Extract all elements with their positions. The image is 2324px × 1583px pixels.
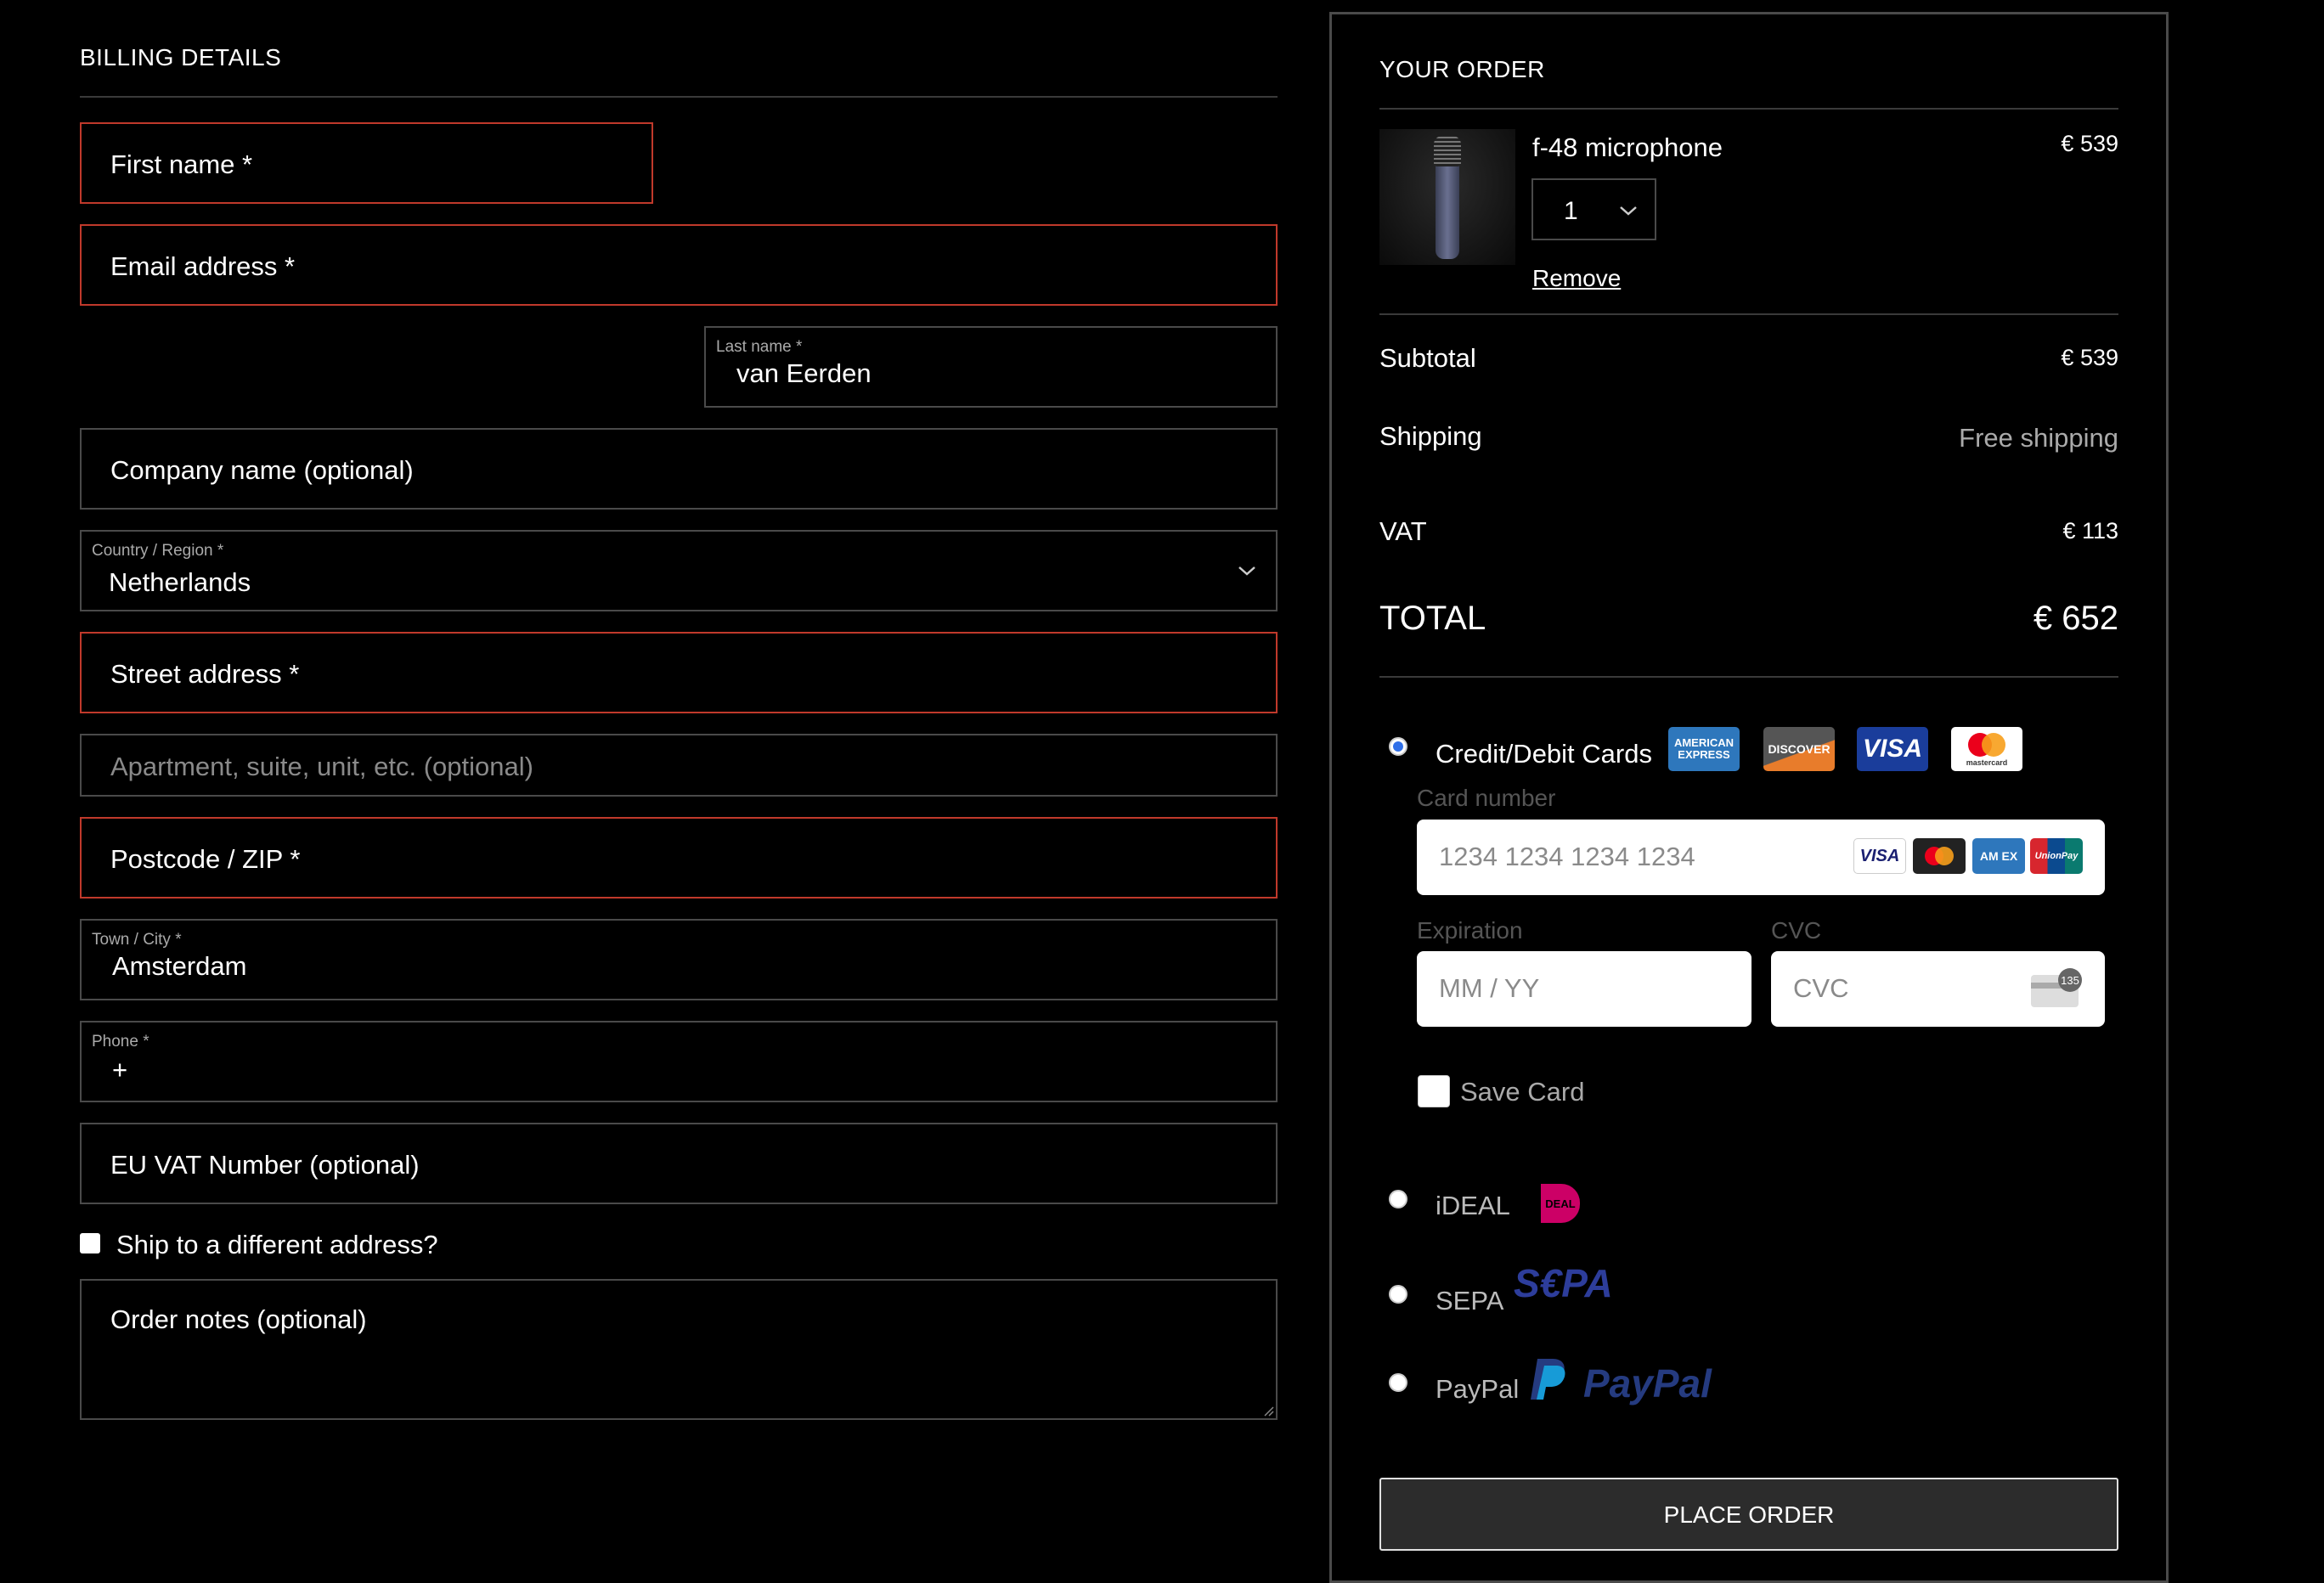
ship-different-checkbox[interactable]	[80, 1233, 100, 1253]
cvc-label: CVC	[1771, 917, 1822, 944]
cvc-placeholder: CVC	[1793, 973, 1849, 1003]
vat-value: € 113	[2062, 518, 2118, 544]
street-address-placeholder: Street address *	[110, 659, 300, 689]
card-number-label: Card number	[1417, 785, 1556, 811]
city-value: Amsterdam	[112, 951, 247, 981]
visa-logo: VISA	[1857, 727, 1928, 771]
chevron-down-icon	[1238, 566, 1255, 576]
card-number-placeholder: 1234 1234 1234 1234	[1439, 842, 1695, 871]
order-divider-product	[1379, 313, 2118, 315]
mastercard-logo: mastercard	[1951, 727, 2022, 771]
expiration-placeholder: MM / YY	[1439, 973, 1540, 1003]
country-value: Netherlands	[109, 567, 251, 597]
street-address-field[interactable]: Street address *	[80, 632, 1278, 713]
cvc-badge: 135	[2058, 968, 2082, 992]
last-name-field[interactable]: Last name * van Eerden	[704, 326, 1278, 408]
first-name-placeholder: First name *	[110, 149, 253, 179]
city-label: Town / City *	[92, 931, 182, 949]
paypal-p-icon	[1531, 1359, 1565, 1400]
ideal-label[interactable]: iDEAL	[1436, 1191, 1510, 1221]
total-value: € 652	[2033, 600, 2118, 637]
expiration-input[interactable]: MM / YY	[1417, 951, 1751, 1027]
phone-value: +	[112, 1055, 128, 1084]
postcode-field[interactable]: Postcode / ZIP *	[80, 817, 1278, 899]
save-card-label[interactable]: Save Card	[1460, 1077, 1584, 1107]
chevron-down-icon	[1620, 206, 1637, 216]
order-notes-placeholder: Order notes (optional)	[110, 1304, 367, 1334]
country-select[interactable]: Country / Region * Netherlands	[80, 530, 1278, 611]
country-label: Country / Region *	[92, 542, 224, 560]
first-name-field[interactable]: First name *	[80, 122, 653, 204]
credit-card-label[interactable]: Credit/Debit Cards	[1436, 739, 1652, 769]
place-order-label: PLACE ORDER	[1663, 1501, 1835, 1528]
shipping-value: Free shipping	[1959, 423, 2118, 453]
total-label: TOTAL	[1379, 600, 1486, 637]
subtotal-label: Subtotal	[1379, 343, 1476, 373]
visa-mini-logo: VISA	[1853, 838, 1906, 874]
order-notes-textarea[interactable]: Order notes (optional)	[80, 1279, 1278, 1420]
place-order-button[interactable]: PLACE ORDER	[1379, 1478, 2118, 1551]
quantity-value: 1	[1564, 197, 1578, 225]
cvc-card-icon: 135	[2031, 968, 2082, 1007]
mastercard-mini-logo	[1913, 838, 1966, 874]
sepa-logo: S€PA	[1514, 1261, 1613, 1305]
product-name[interactable]: f-48 microphone	[1532, 132, 1723, 163]
sepa-radio[interactable]	[1389, 1285, 1407, 1304]
ideal-radio[interactable]	[1389, 1190, 1407, 1208]
ideal-logo: DEAL	[1541, 1184, 1580, 1223]
city-field[interactable]: Town / City * Amsterdam	[80, 919, 1278, 1000]
mastercard-circles-icon	[1968, 733, 2005, 757]
unionpay-mini-logo: UnionPay	[2030, 838, 2083, 874]
billing-divider	[80, 96, 1278, 98]
phone-label: Phone *	[92, 1033, 149, 1051]
order-heading: YOUR ORDER	[1379, 56, 1545, 82]
resize-handle-icon[interactable]	[1262, 1405, 1274, 1417]
postcode-placeholder: Postcode / ZIP *	[110, 844, 301, 874]
company-field[interactable]: Company name (optional)	[80, 428, 1278, 510]
email-placeholder: Email address *	[110, 251, 296, 281]
mastercard-circles-icon	[1925, 847, 1954, 865]
card-number-input[interactable]: 1234 1234 1234 1234 VISA AM EX UnionPay	[1417, 820, 2105, 895]
product-image	[1379, 129, 1515, 265]
apartment-placeholder: Apartment, suite, unit, etc. (optional)	[110, 752, 533, 781]
paypal-radio[interactable]	[1389, 1373, 1407, 1392]
paypal-logo: PayPal	[1583, 1361, 1712, 1406]
phone-field[interactable]: Phone * +	[80, 1021, 1278, 1102]
product-price: € 539	[2061, 131, 2118, 156]
expiration-label: Expiration	[1417, 917, 1523, 944]
amex-mini-logo: AM EX	[1972, 838, 2025, 874]
quantity-select[interactable]: 1	[1531, 178, 1656, 240]
eu-vat-field[interactable]: EU VAT Number (optional)	[80, 1123, 1278, 1204]
company-placeholder: Company name (optional)	[110, 455, 414, 485]
amex-logo: AMERICAN EXPRESS	[1668, 727, 1740, 771]
subtotal-value: € 539	[2061, 345, 2118, 370]
shipping-label: Shipping	[1379, 421, 1482, 451]
remove-link[interactable]: Remove	[1532, 265, 1621, 292]
ship-different-label[interactable]: Ship to a different address?	[116, 1230, 438, 1260]
sepa-label[interactable]: SEPA	[1436, 1286, 1503, 1316]
microphone-head	[1434, 136, 1461, 166]
apartment-field[interactable]: Apartment, suite, unit, etc. (optional)	[80, 734, 1278, 797]
last-name-value: van Eerden	[736, 358, 872, 388]
paypal-label[interactable]: PayPal	[1436, 1374, 1519, 1405]
email-field[interactable]: Email address *	[80, 224, 1278, 306]
eu-vat-placeholder: EU VAT Number (optional)	[110, 1150, 420, 1180]
vat-label: VAT	[1379, 516, 1427, 546]
cvc-input[interactable]: CVC 135	[1771, 951, 2105, 1027]
save-card-checkbox[interactable]	[1418, 1075, 1450, 1107]
order-divider-top	[1379, 108, 2118, 110]
last-name-label: Last name *	[716, 338, 803, 356]
billing-heading: BILLING DETAILS	[80, 44, 282, 70]
discover-logo: DISCOVER	[1763, 727, 1835, 771]
credit-card-radio[interactable]	[1389, 737, 1407, 756]
order-divider-total	[1379, 676, 2118, 678]
